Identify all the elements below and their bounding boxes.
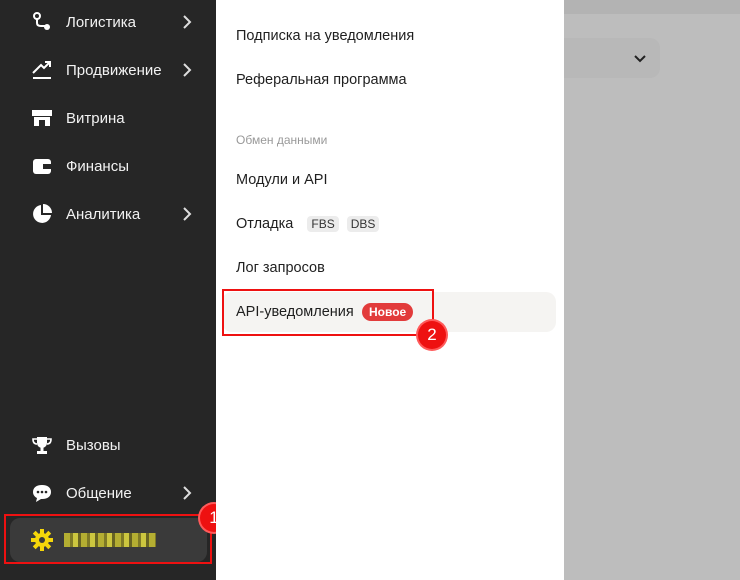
chevron-down-icon (634, 55, 646, 63)
sidebar-item-promotion[interactable]: Продвижение (0, 50, 216, 90)
chevron-right-icon (179, 485, 195, 501)
sidebar-item-label: Продвижение (66, 61, 162, 79)
sidebar-item-communication[interactable]: Общение (0, 473, 216, 513)
sidebar-item-finance[interactable]: Финансы (0, 146, 216, 186)
sidebar-item-label: Логистика (66, 13, 137, 31)
menu-link-notification-subscription[interactable]: Подписка на уведомления (236, 28, 414, 44)
sidebar-item-label: Общение (66, 484, 132, 502)
pie-chart-icon (30, 202, 54, 226)
chevron-right-icon (179, 62, 195, 78)
menu-link-label: Отладка (236, 216, 294, 232)
step-badge-2: 2 (418, 321, 446, 349)
route-icon (30, 10, 54, 34)
sidebar-item-challenges[interactable]: Вызовы (0, 425, 216, 465)
annotation-box-1 (4, 514, 212, 564)
trophy-icon (30, 433, 54, 457)
storefront-icon (30, 106, 54, 130)
chat-icon (30, 481, 54, 505)
sidebar-item-label: Витрина (66, 109, 125, 127)
sidebar-item-storefront[interactable]: Витрина (0, 98, 216, 138)
chevron-right-icon (179, 206, 195, 222)
sidebar-item-logistics[interactable]: Логистика (0, 2, 216, 42)
wallet-icon (30, 154, 54, 178)
background-dropdown[interactable] (564, 38, 660, 78)
chevron-right-icon (179, 14, 195, 30)
menu-link-debug[interactable]: Отладка FBS DBS (236, 216, 380, 232)
tag-dbs: DBS (346, 216, 380, 232)
sidebar-item-label: Финансы (66, 157, 129, 175)
menu-link-modules-api[interactable]: Модули и API (236, 172, 327, 188)
sidebar-item-label: Аналитика (66, 205, 141, 223)
menu-link-request-log[interactable]: Лог запросов (236, 260, 325, 276)
background-header (564, 0, 740, 14)
menu-link-referral-program[interactable]: Реферальная программа (236, 72, 407, 88)
sidebar: Логистика Продвижение Витрина Финансы Ан… (0, 0, 216, 580)
tag-fbs: FBS (307, 216, 339, 232)
sidebar-item-analytics[interactable]: Аналитика (0, 194, 216, 234)
sidebar-item-label: Вызовы (66, 436, 121, 454)
trend-up-icon (30, 58, 54, 82)
annotation-box-2 (222, 289, 434, 336)
section-title-data-exchange: Обмен данными (236, 133, 328, 147)
